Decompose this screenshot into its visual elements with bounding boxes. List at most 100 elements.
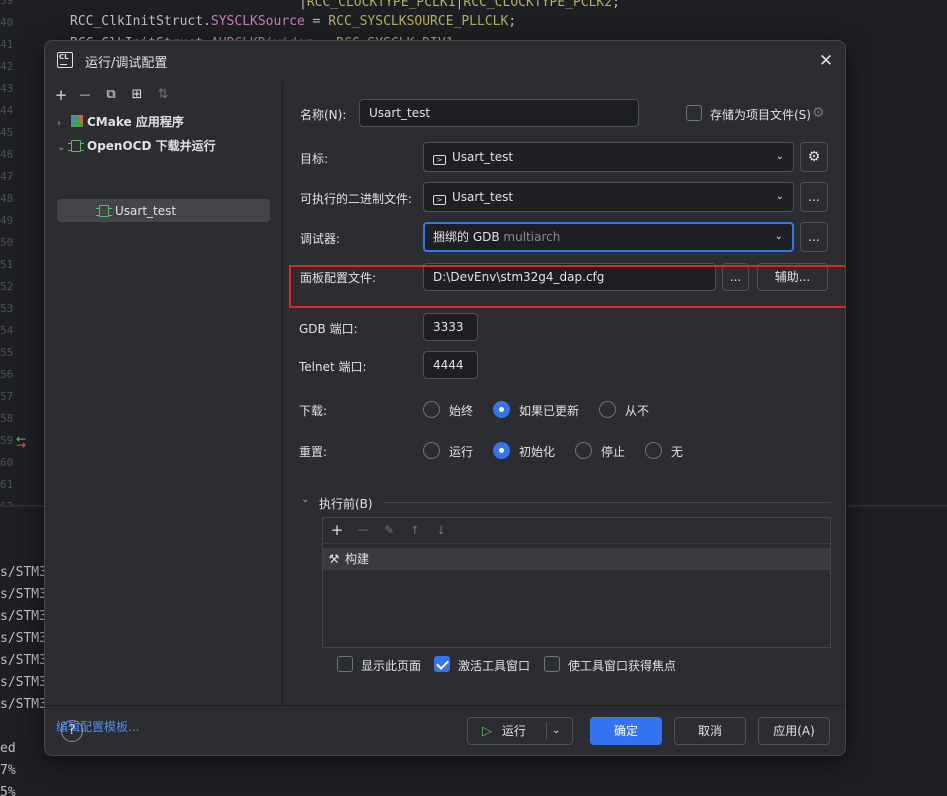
chevron-down-icon: ⌄ (775, 151, 784, 162)
activate-tool-window-checkbox[interactable] (434, 656, 450, 672)
line-number: 43 (0, 82, 14, 95)
clion-app-icon: CL (57, 52, 73, 68)
line-number: 52 (0, 280, 14, 293)
line-number: 55 (0, 346, 14, 359)
executable-select[interactable]: > Usart_test ⌄ (423, 182, 794, 212)
footer-divider (45, 705, 845, 706)
move-down-icon[interactable]: ⭣ (431, 520, 451, 540)
tree-toolbar: + — ⧉ ⊞ ⇅ (51, 83, 271, 107)
gdb-port-label: GDB 端口: (299, 322, 358, 336)
line-number: 61 (0, 478, 14, 491)
add-config-icon[interactable]: + (51, 85, 71, 105)
tree-group-cmake[interactable]: › CMake 应用程序 (57, 111, 184, 133)
line-number: 42 (0, 60, 14, 73)
line-number: 51 (0, 258, 14, 271)
reset-label: 重置: (299, 445, 328, 459)
code-line-1: |RCC_CLOCKTYPE_PCLK1|RCC_CLOCKTYPE_PCLK2… (299, 0, 620, 10)
run-config-icon: > (433, 155, 446, 165)
tree-group-label: OpenOCD 下载并运行 (87, 139, 216, 153)
gear-icon[interactable]: ⚙ (812, 105, 825, 121)
name-input[interactable]: Usart_test (359, 99, 639, 127)
line-number: 41 (0, 38, 14, 51)
console-line: s/STM3 (0, 565, 47, 580)
reset-run-radio[interactable] (423, 442, 440, 459)
chip-icon (68, 140, 84, 152)
reset-halt-radio[interactable] (575, 442, 592, 459)
show-page-checkbox[interactable] (337, 656, 353, 672)
target-select[interactable]: > Usart_test ⌄ (423, 142, 794, 172)
tree-item-usart-test[interactable]: Usart_test (96, 200, 176, 222)
board-config-label: 面板配置文件: (300, 271, 377, 285)
line-number: 53 (0, 302, 14, 315)
play-icon: ▷ (482, 724, 492, 739)
line-number: 57 (0, 390, 14, 403)
reset-none-radio[interactable] (645, 442, 662, 459)
line-number: 60 (0, 456, 14, 469)
download-always-radio[interactable] (423, 401, 440, 418)
target-label: 目标: (300, 152, 329, 166)
debugger-browse-button[interactable]: ... (800, 222, 828, 252)
console-line: s/STM3 (0, 675, 47, 690)
remove-task-icon[interactable]: — (353, 520, 373, 540)
line-number: 48 (0, 192, 14, 205)
split-divider (546, 722, 547, 740)
line-number: 49 (0, 214, 14, 227)
focus-tool-window-label: 使工具窗口获得焦点 (568, 659, 677, 673)
reset-run-label: 运行 (449, 445, 474, 459)
help-button[interactable]: ? (61, 720, 83, 742)
console-line: s/STM3 (0, 697, 47, 712)
telnet-port-label: Telnet 端口: (299, 360, 367, 374)
target-settings-button[interactable]: ⚙ (800, 142, 828, 172)
tree-group-label: CMake 应用程序 (87, 115, 184, 129)
hammer-icon: ⚒ (328, 552, 340, 566)
store-as-project-checkbox[interactable] (686, 105, 702, 121)
debugger-select[interactable]: 捆绑的 GDB multiarch ⌄ (423, 222, 794, 252)
chevron-down-icon[interactable]: ⌄ (301, 494, 309, 505)
chevron-down-icon: ⌄ (774, 231, 783, 242)
line-number: 59 (0, 434, 14, 447)
download-always-label: 始终 (449, 404, 474, 418)
remove-config-icon[interactable]: — (75, 85, 95, 105)
cmake-icon (71, 115, 83, 127)
telnet-port-input[interactable]: 4444 (423, 351, 478, 379)
reset-init-radio[interactable] (493, 442, 510, 459)
console-line: s/STM3 (0, 587, 47, 602)
folder-icon[interactable]: ⊞ (127, 85, 147, 105)
name-label: 名称(N): (300, 108, 347, 122)
download-if-updated-radio[interactable] (493, 401, 510, 418)
chevron-right-icon: › (57, 118, 61, 129)
board-config-browse-button[interactable]: ... (722, 263, 749, 291)
apply-button[interactable]: 应用(A) (758, 717, 830, 745)
line-number: 56 (0, 368, 14, 381)
chevron-down-icon: ⌄ (775, 191, 784, 202)
edit-task-icon[interactable]: ✎ (379, 520, 399, 540)
code-line-2: RCC_ClkInitStruct.SYSCLKSource = RCC_SYS… (70, 14, 517, 29)
sort-icon[interactable]: ⇅ (153, 85, 173, 105)
chevron-down-icon[interactable]: ⌄ (552, 718, 560, 744)
tree-group-openocd[interactable]: ⌄ OpenOCD 下载并运行 (57, 135, 216, 157)
run-split-button[interactable]: ▷ 运行 ⌄ (467, 717, 573, 745)
cancel-button[interactable]: 取消 (674, 717, 746, 745)
assist-button[interactable]: 辅助... (757, 263, 828, 291)
before-launch-toggle[interactable]: 执行前(B) (319, 495, 373, 512)
line-number: 39 (0, 0, 14, 7)
close-button[interactable]: ✕ (815, 50, 837, 72)
console-line: 7% (0, 763, 16, 778)
add-task-icon[interactable]: + (327, 520, 347, 540)
download-label: 下载: (299, 404, 328, 418)
focus-tool-window-checkbox[interactable] (544, 656, 560, 672)
gdb-port-input[interactable]: 3333 (423, 313, 478, 341)
move-up-icon[interactable]: ⭡ (405, 520, 425, 540)
ok-button[interactable]: 确定 (590, 717, 662, 745)
before-launch-task-build[interactable]: ⚒ 构建 (323, 548, 830, 570)
reset-halt-label: 停止 (601, 445, 626, 459)
console-line: s/STM3 (0, 609, 47, 624)
line-number: 47 (0, 170, 14, 183)
activate-tool-window-label: 激活工具窗口 (458, 659, 531, 673)
copy-config-icon[interactable]: ⧉ (101, 85, 121, 105)
executable-browse-button[interactable]: ... (800, 182, 828, 212)
section-divider (384, 502, 831, 503)
download-never-radio[interactable] (599, 401, 616, 418)
board-config-input[interactable]: D:\DevEnv\stm32g4_dap.cfg (423, 263, 716, 291)
download-never-label: 从不 (625, 404, 650, 418)
